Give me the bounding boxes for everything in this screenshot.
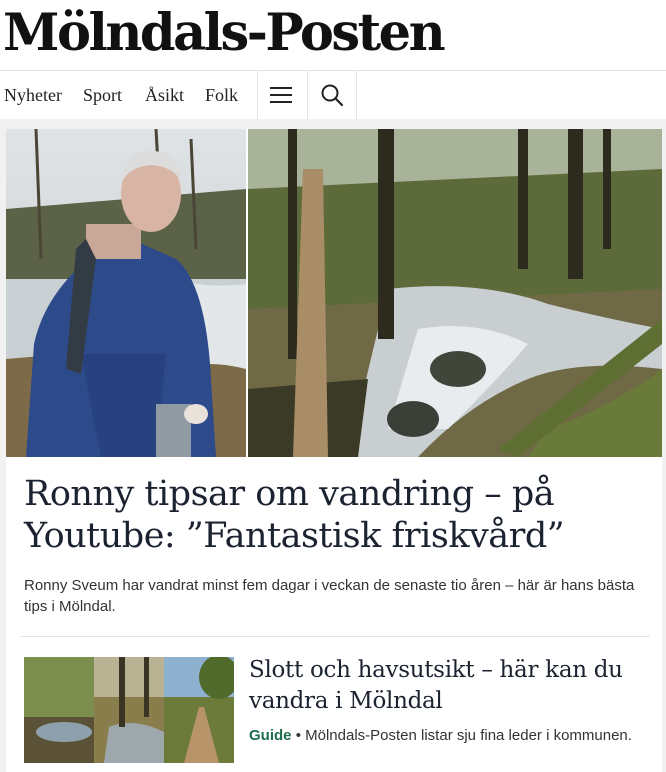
news-feed: Ronny tipsar om vandring – på Youtube: ”… bbox=[0, 119, 666, 772]
nav-divider bbox=[356, 71, 357, 119]
search-button[interactable] bbox=[308, 71, 356, 119]
site-logo[interactable]: Mölndals-Posten bbox=[3, 2, 446, 64]
forest-stream-photo bbox=[248, 129, 662, 457]
article-card[interactable]: Ronny tipsar om vandring – på Youtube: ”… bbox=[6, 129, 662, 772]
second-article-meta: Guide • Mölndals-Posten listar sju fina … bbox=[249, 726, 659, 746]
article-lede: Ronny Sveum har vandrat minst fem dagar … bbox=[24, 577, 635, 615]
portrait-photo bbox=[6, 129, 246, 457]
article-divider bbox=[20, 636, 650, 637]
tag-bullet: • bbox=[295, 727, 301, 744]
article-headline[interactable]: Ronny tipsar om vandring – på Youtube: ”… bbox=[24, 473, 654, 557]
nav-item-nyheter[interactable]: Nyheter bbox=[4, 71, 62, 119]
menu-button[interactable] bbox=[258, 71, 306, 119]
search-icon bbox=[321, 84, 344, 107]
nav-item-folk[interactable]: Folk bbox=[205, 71, 238, 119]
category-tag[interactable]: Guide bbox=[249, 727, 292, 744]
hero-image[interactable] bbox=[6, 129, 662, 457]
article-thumbnail[interactable] bbox=[24, 657, 234, 763]
masthead: Mölndals-Posten bbox=[0, 0, 666, 70]
second-article-summary: Mölndals-Posten listar sju fina leder i … bbox=[305, 727, 632, 744]
nav-item-sport[interactable]: Sport bbox=[83, 71, 122, 119]
main-navigation: Nyheter Sport Åsikt Folk bbox=[0, 70, 666, 120]
second-article-headline[interactable]: Slott och havsutsikt – här kan du vandra… bbox=[249, 655, 659, 717]
nav-item-asikt[interactable]: Åsikt bbox=[145, 71, 184, 119]
hamburger-menu-icon bbox=[270, 87, 292, 103]
